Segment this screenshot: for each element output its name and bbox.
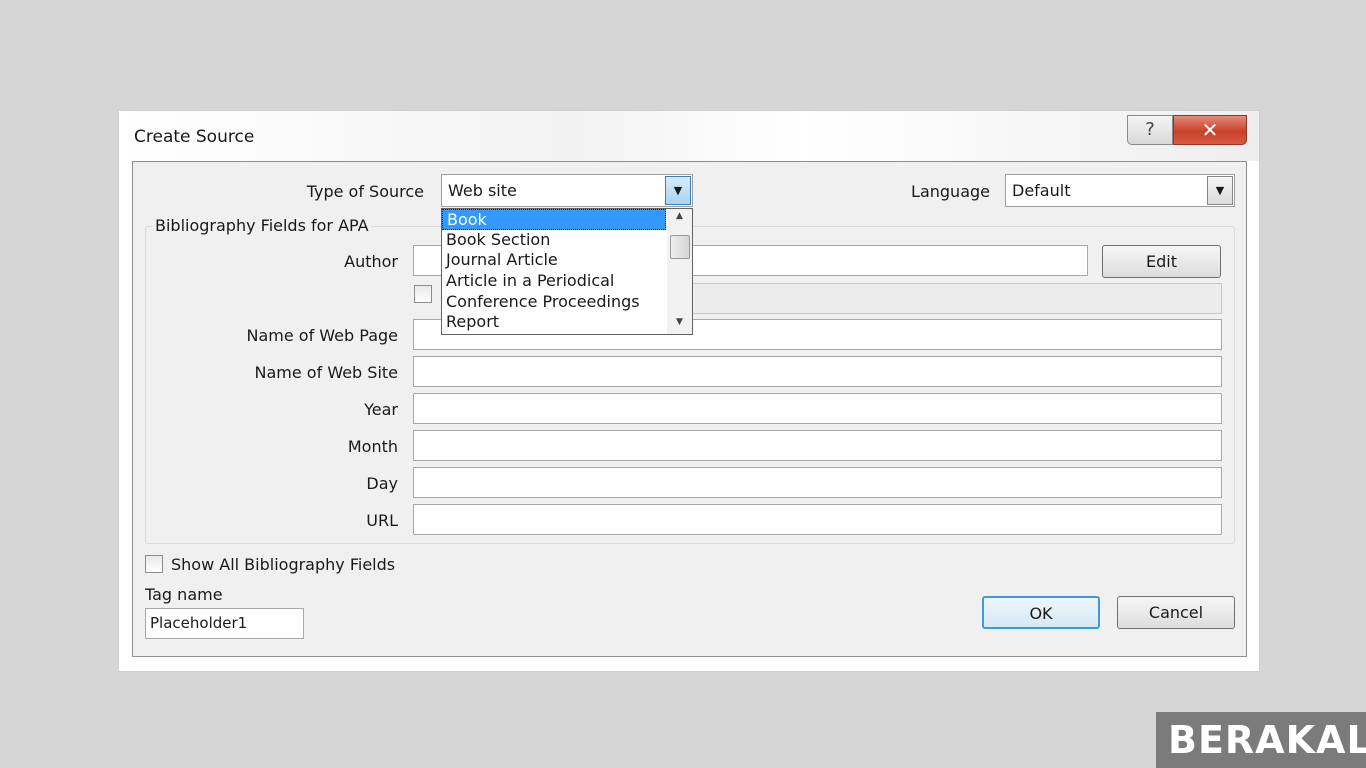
language-select[interactable]: Default ▼ [1005, 174, 1235, 207]
year-input[interactable] [413, 393, 1222, 424]
type-of-source-value: Web site [448, 181, 517, 200]
option-journal-article[interactable]: Journal Article [442, 250, 666, 271]
url-label: URL [366, 511, 398, 530]
group-title: Bibliography Fields for APA [153, 216, 371, 235]
url-input[interactable] [413, 504, 1222, 535]
month-label: Month [347, 437, 398, 456]
dialog-body: Type of Source Web site ▼ Language Defau… [132, 161, 1247, 657]
web-page-label: Name of Web Page [246, 326, 399, 345]
day-input[interactable] [413, 467, 1222, 498]
type-of-source-select[interactable]: Web site ▼ [441, 174, 693, 207]
option-report[interactable]: Report [442, 312, 666, 333]
create-source-dialog: Create Source ? ✕ Type of Source Web sit… [118, 110, 1260, 672]
show-all-checkbox[interactable] [145, 555, 163, 573]
chevron-down-icon[interactable]: ▼ [665, 176, 691, 205]
web-site-input[interactable] [413, 356, 1222, 387]
option-book-section[interactable]: Book Section [442, 230, 666, 251]
watermark-logo: BERAKAL [1156, 712, 1366, 768]
option-book[interactable]: Book [442, 209, 666, 230]
title-bar: Create Source ? ✕ [119, 111, 1259, 161]
dropdown-scrollbar[interactable]: ▲ ▼ [667, 209, 692, 334]
day-label: Day [366, 474, 398, 493]
help-button[interactable]: ? [1127, 115, 1173, 145]
tag-name-input[interactable]: Placeholder1 [145, 608, 304, 639]
close-button[interactable]: ✕ [1173, 115, 1247, 145]
chevron-down-icon[interactable]: ▼ [1207, 176, 1233, 205]
dialog-title: Create Source [134, 127, 255, 147]
show-all-label[interactable]: Show All Bibliography Fields [171, 555, 395, 574]
month-input[interactable] [413, 430, 1222, 461]
source-type-dropdown-list: Book Book Section Journal Article Articl… [441, 208, 693, 335]
scroll-down-icon[interactable]: ▼ [667, 317, 692, 327]
language-label: Language [911, 182, 990, 201]
ok-button[interactable]: OK [982, 596, 1100, 629]
type-of-source-label: Type of Source [306, 182, 424, 201]
corporate-author-checkbox[interactable] [414, 285, 432, 303]
scroll-thumb[interactable] [670, 235, 690, 259]
year-label: Year [364, 400, 398, 419]
option-article-periodical[interactable]: Article in a Periodical [442, 271, 666, 292]
web-site-label: Name of Web Site [254, 363, 398, 382]
cancel-button[interactable]: Cancel [1117, 596, 1235, 629]
scroll-up-icon[interactable]: ▲ [667, 211, 692, 221]
tag-name-label: Tag name [145, 585, 223, 604]
language-value: Default [1012, 181, 1071, 200]
option-conference-proceedings[interactable]: Conference Proceedings [442, 292, 666, 313]
edit-button[interactable]: Edit [1102, 245, 1221, 278]
author-label: Author [344, 252, 398, 271]
